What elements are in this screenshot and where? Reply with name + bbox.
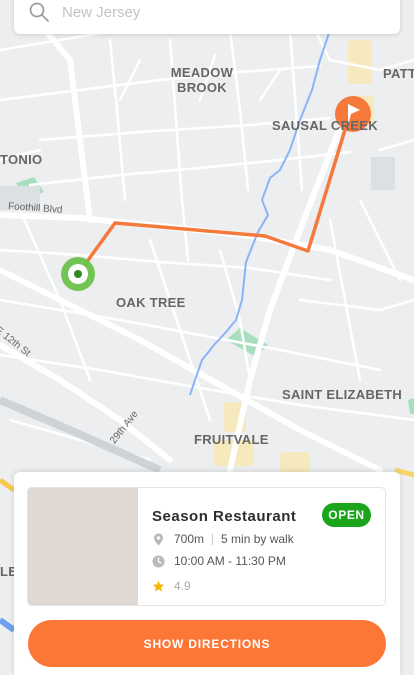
- map-label-tonio: TONIO: [0, 152, 43, 167]
- search-bar: [14, 0, 400, 34]
- place-details-panel: Season Restaurant OPEN 700m 5 min by wal…: [14, 472, 400, 675]
- show-directions-button[interactable]: SHOW DIRECTIONS: [28, 620, 386, 667]
- map-label-patt: PATT: [383, 66, 414, 81]
- place-name: Season Restaurant: [152, 508, 297, 525]
- place-card[interactable]: Season Restaurant OPEN 700m 5 min by wal…: [27, 487, 386, 606]
- clock-icon: [152, 555, 165, 567]
- hours-row: 10:00 AM - 11:30 PM: [152, 554, 286, 568]
- divider: [212, 533, 214, 545]
- map-label-meadow-brook: MEADOW BROOK: [170, 65, 234, 95]
- map-label-oak-tree: OAK TREE: [116, 295, 186, 310]
- walk-time: 5 min by walk: [221, 532, 294, 546]
- status-badge: OPEN: [322, 503, 371, 527]
- place-thumbnail: [28, 488, 138, 605]
- star-icon: [152, 580, 165, 592]
- location-pin-icon: [154, 533, 163, 545]
- search-icon[interactable]: [28, 1, 50, 23]
- map-label-sausal-creek: SAUSAL CREEK: [272, 118, 378, 133]
- opening-hours: 10:00 AM - 11:30 PM: [174, 554, 286, 568]
- start-location-marker: [61, 257, 95, 291]
- map-label-saint-elizabeth: SAINT ELIZABETH: [282, 387, 403, 402]
- search-input[interactable]: [62, 0, 382, 32]
- distance-value: 700m: [174, 532, 205, 546]
- map-label-fruitvale: FRUITVALE: [194, 432, 269, 447]
- rating-row: 4.9: [152, 579, 191, 593]
- rating-value: 4.9: [174, 579, 191, 593]
- distance-row: 700m 5 min by walk: [152, 532, 294, 546]
